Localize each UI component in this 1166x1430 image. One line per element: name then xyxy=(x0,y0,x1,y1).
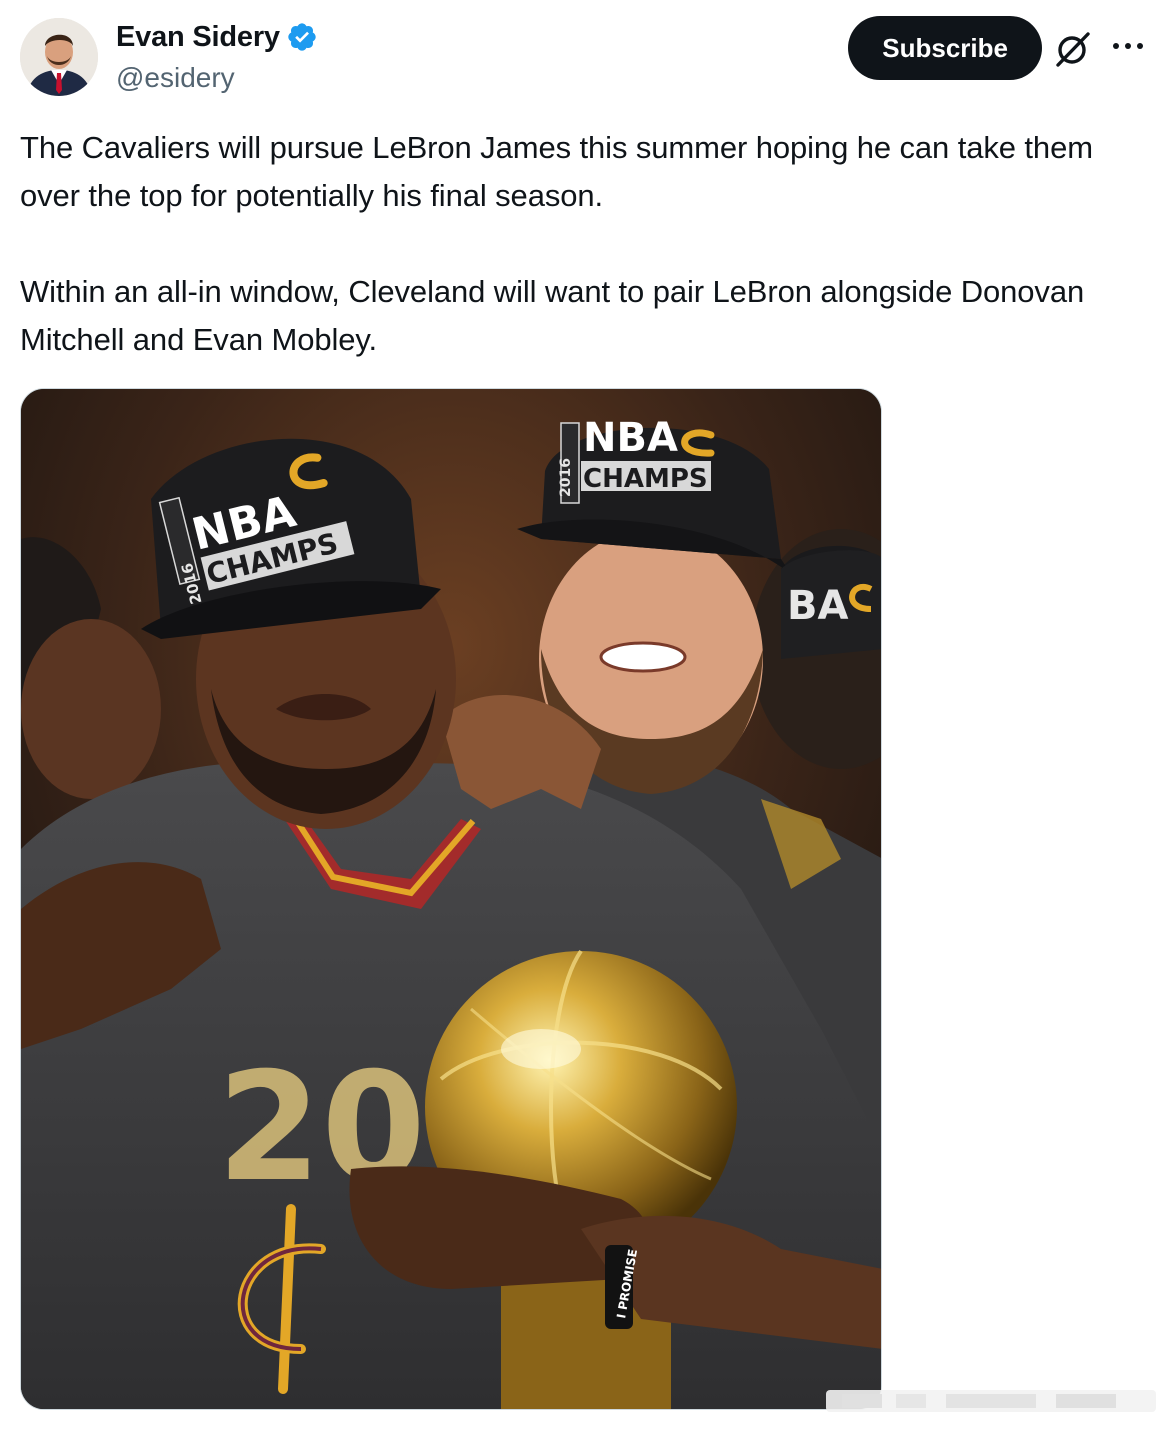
avatar-image xyxy=(20,18,98,96)
handle[interactable]: @esidery xyxy=(116,62,318,94)
more-icon[interactable] xyxy=(1110,34,1146,58)
verified-badge-icon[interactable] xyxy=(286,21,318,53)
cap-right-line2: CHAMPS xyxy=(583,464,708,494)
cap-right-year: 2016 xyxy=(558,458,574,497)
grok-icon[interactable] xyxy=(1054,30,1092,68)
tweet-text: The Cavaliers will pursue LeBron James t… xyxy=(20,130,1093,357)
avatar[interactable] xyxy=(20,18,98,96)
tweet-header: Evan Sidery @esidery Subscribe xyxy=(20,16,1146,100)
watermark-stamp xyxy=(826,1390,1156,1412)
cap-right-line1: NBA xyxy=(583,415,678,461)
cap-far-right-text: BA xyxy=(787,583,848,629)
display-name[interactable]: Evan Sidery xyxy=(116,21,280,54)
tweet-photo[interactable]: 2016 NBA CHAMPS BA NBA CHAMPS 2016 20 I … xyxy=(20,388,882,1410)
subscribe-button[interactable]: Subscribe xyxy=(848,16,1042,80)
celebration-photo: 2016 NBA CHAMPS BA NBA CHAMPS 2016 20 I … xyxy=(21,389,881,1409)
